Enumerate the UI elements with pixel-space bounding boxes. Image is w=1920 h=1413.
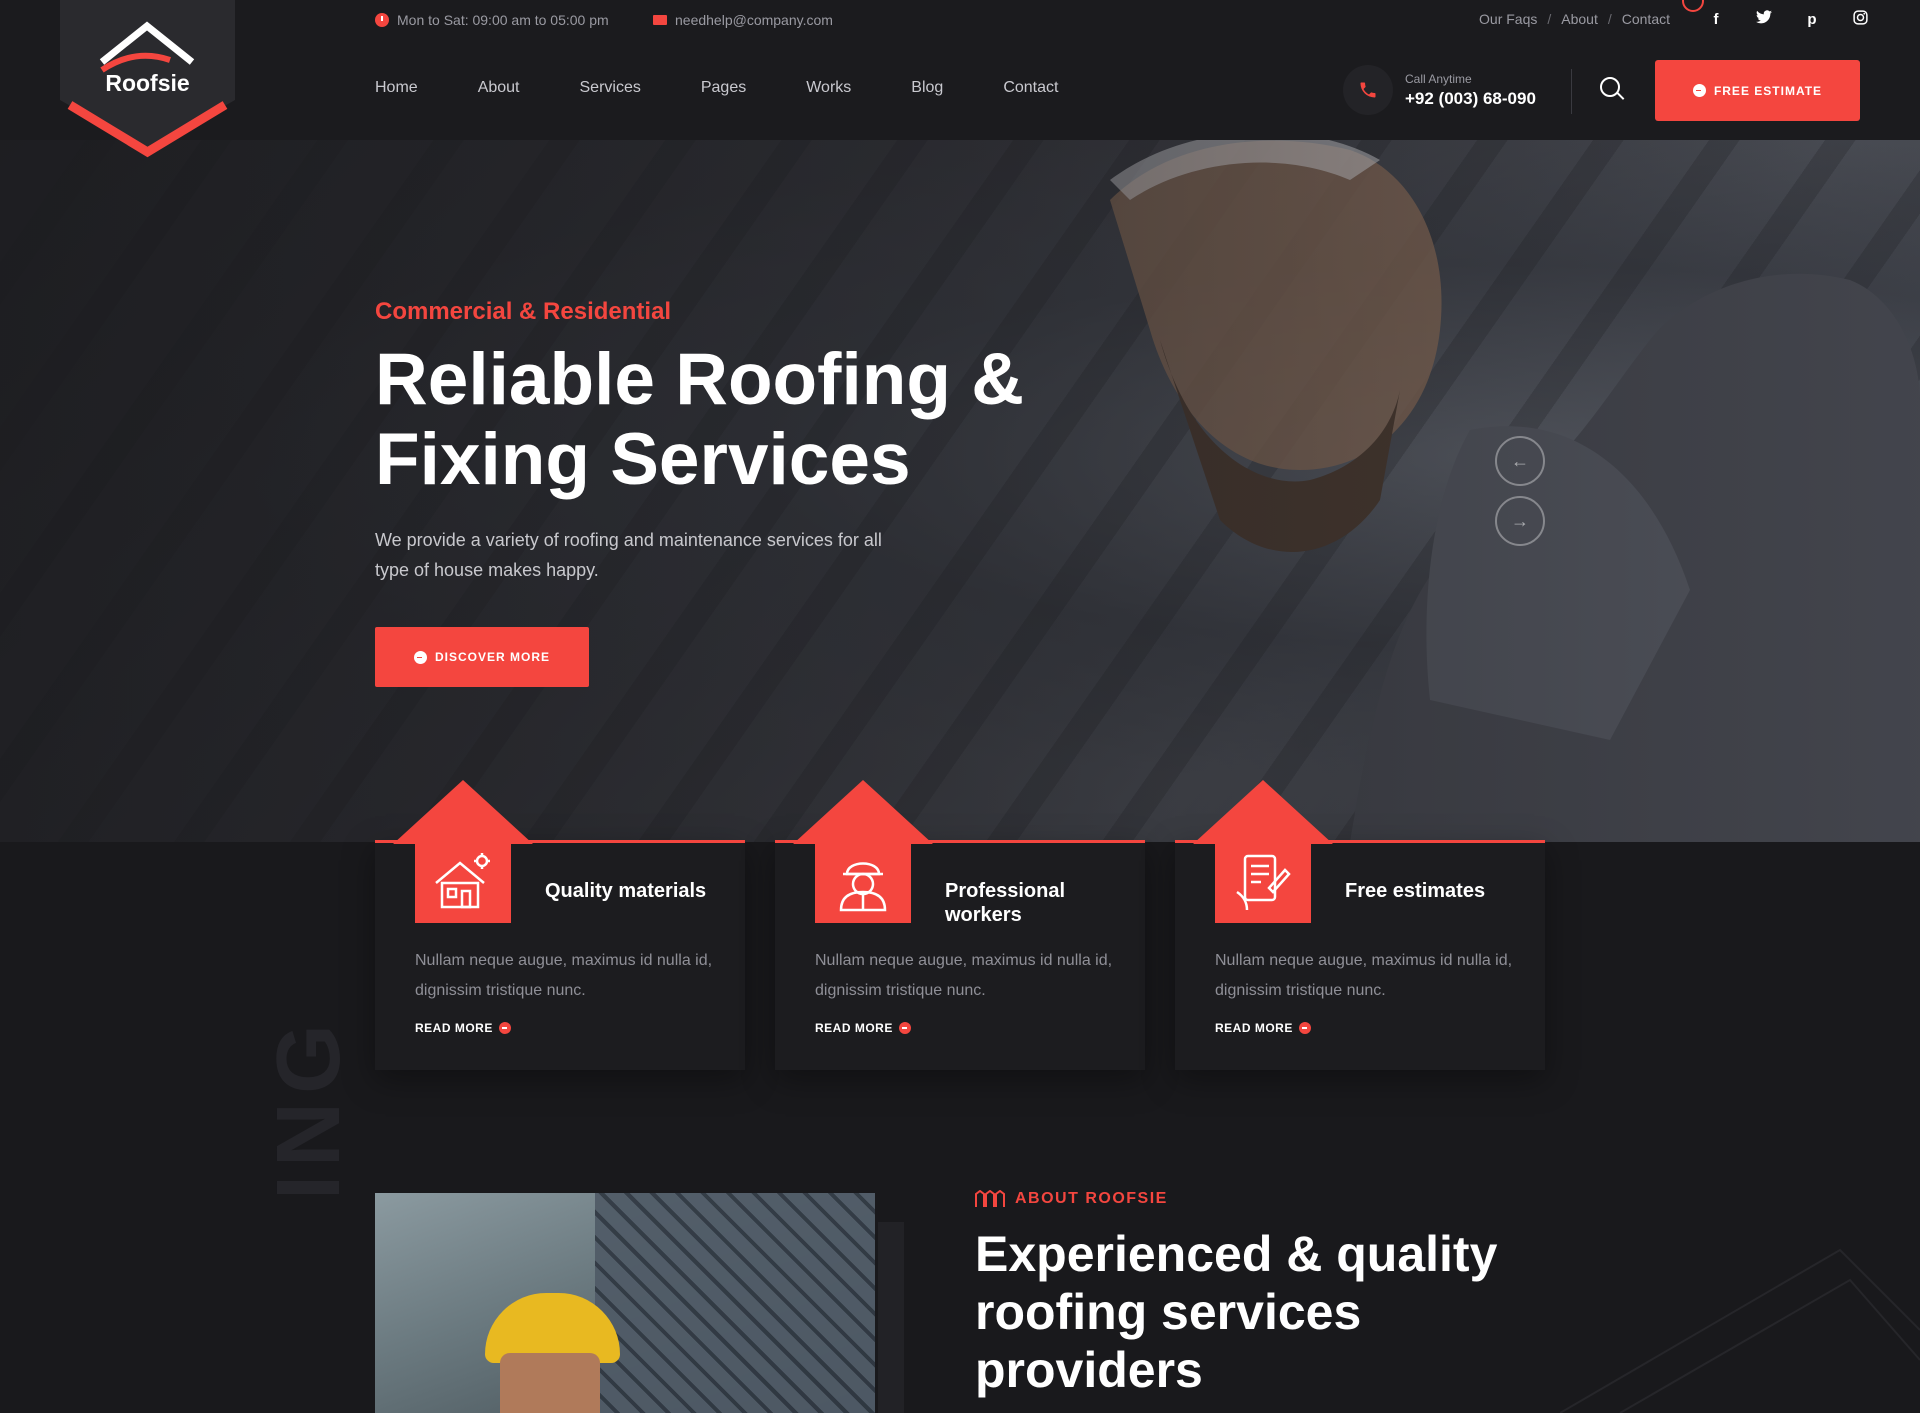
nav-item-about[interactable]: About	[478, 79, 520, 97]
background-vertical-text: ING	[259, 1015, 359, 1200]
read-more-link[interactable]: READ MORE	[415, 1021, 511, 1035]
roof-icon	[975, 1190, 1005, 1207]
roof-shape	[793, 780, 933, 844]
about-photo	[375, 1193, 875, 1413]
top-link-separator: /	[1547, 11, 1552, 27]
top-bar: Mon to Sat: 09:00 am to 05:00 pm needhel…	[0, 0, 1920, 41]
free-estimate-button[interactable]: FREE ESTIMATE	[1655, 60, 1860, 121]
arrow-circle-icon	[1692, 84, 1706, 97]
about-tagline-text: ABOUT ROOFSIE	[1015, 1190, 1168, 1207]
top-links: Our Faqs / About / Contact	[1479, 11, 1670, 27]
nav-item-contact[interactable]: Contact	[1003, 79, 1058, 97]
call-label: Call Anytime	[1405, 71, 1472, 86]
divider	[1571, 69, 1572, 114]
nav-item-blog[interactable]: Blog	[911, 79, 943, 97]
read-more-link[interactable]: READ MORE	[1215, 1021, 1311, 1035]
call-anytime[interactable]: Call Anytime +92 (003) 68-090	[1343, 65, 1536, 115]
clock-icon	[375, 13, 389, 27]
arrow-circle-icon	[498, 1022, 511, 1034]
about-title: Experienced & quality roofing services p…	[975, 1226, 1498, 1398]
search-icon[interactable]	[1600, 77, 1626, 103]
facebook-icon[interactable]: f	[1706, 10, 1726, 30]
arrow-left-icon: ←	[1511, 450, 1529, 471]
twitter-icon[interactable]	[1754, 10, 1774, 30]
estimate-icon	[1215, 840, 1311, 923]
decorative-lines	[1560, 1248, 1920, 1413]
roof-tiles	[595, 1193, 875, 1413]
phone-icon	[1343, 65, 1393, 115]
photo-frame	[878, 1222, 904, 1413]
top-link-contact[interactable]: Contact	[1622, 11, 1670, 27]
main-nav: Home About Services Pages Works Blog Con…	[375, 79, 1058, 97]
top-link-faqs[interactable]: Our Faqs	[1479, 11, 1537, 27]
discover-more-button[interactable]: DISCOVER MORE	[375, 627, 589, 687]
read-more-label: READ MORE	[1215, 1021, 1293, 1035]
arrow-circle-icon	[413, 650, 427, 664]
hero-tagline: Commercial & Residential	[375, 298, 672, 325]
read-more-link[interactable]: READ MORE	[815, 1021, 911, 1035]
slider-prev-button[interactable]: ←	[1495, 436, 1545, 486]
hero-description: We provide a variety of roofing and main…	[375, 530, 882, 580]
main-navbar: Home About Services Pages Works Blog Con…	[0, 41, 1920, 140]
hero-title: Reliable Roofing & Fixing Services	[375, 339, 1024, 500]
call-number[interactable]: +92 (003) 68-090	[1405, 89, 1536, 109]
hero-slider: Commercial & Residential Reliable Roofin…	[0, 140, 1920, 842]
nav-item-services[interactable]: Services	[580, 79, 641, 97]
nav-item-pages[interactable]: Pages	[701, 79, 746, 97]
roof-shape	[393, 780, 533, 844]
slider-next-button[interactable]: →	[1495, 496, 1545, 546]
feature-text: Nullam neque augue, maximus id nulla id,…	[815, 952, 1113, 999]
arrow-circle-icon	[1298, 1022, 1311, 1034]
contact-email-text[interactable]: needhelp@company.com	[675, 12, 833, 28]
feature-title: Free estimates	[1345, 880, 1486, 902]
nav-item-home[interactable]: Home	[375, 79, 418, 97]
about-tagline: ABOUT ROOFSIE	[975, 1190, 1168, 1208]
site-logo[interactable]: Roofsie	[60, 0, 235, 170]
arrow-right-icon: →	[1511, 510, 1529, 531]
feature-card-quality: Quality materials Nullam neque augue, ma…	[375, 780, 745, 1070]
social-links: f p	[1706, 10, 1870, 30]
feature-card-estimates: Free estimates Nullam neque augue, maxim…	[1175, 780, 1545, 1070]
read-more-label: READ MORE	[415, 1021, 493, 1035]
opening-hours-text: Mon to Sat: 09:00 am to 05:00 pm	[397, 12, 609, 28]
envelope-icon	[653, 15, 667, 25]
worker-face	[500, 1353, 600, 1413]
arrow-circle-icon	[898, 1022, 911, 1034]
nav-item-works[interactable]: Works	[806, 79, 851, 97]
pinterest-icon[interactable]: p	[1802, 10, 1822, 30]
feature-text: Nullam neque augue, maximus id nulla id,…	[1215, 952, 1513, 999]
read-more-label: READ MORE	[815, 1021, 893, 1035]
contact-email[interactable]: needhelp@company.com	[653, 12, 833, 28]
opening-hours: Mon to Sat: 09:00 am to 05:00 pm	[375, 12, 609, 28]
instagram-icon[interactable]	[1850, 10, 1870, 30]
worker-icon	[815, 840, 911, 923]
roof-shape	[1193, 780, 1333, 844]
house-icon	[415, 840, 511, 923]
feature-title: Quality materials	[545, 880, 707, 902]
feature-title: Professional workers	[945, 880, 1066, 926]
feature-card-workers: Professional workers Nullam neque augue,…	[775, 780, 1145, 1070]
free-estimate-label: FREE ESTIMATE	[1713, 83, 1823, 98]
feature-text: Nullam neque augue, maximus id nulla id,…	[415, 952, 713, 999]
top-link-about[interactable]: About	[1561, 11, 1598, 27]
top-link-separator: /	[1607, 11, 1612, 27]
indicator-ring	[1682, 0, 1704, 12]
logo-text: Roofsie	[105, 70, 190, 96]
discover-more-label: DISCOVER MORE	[434, 650, 550, 664]
